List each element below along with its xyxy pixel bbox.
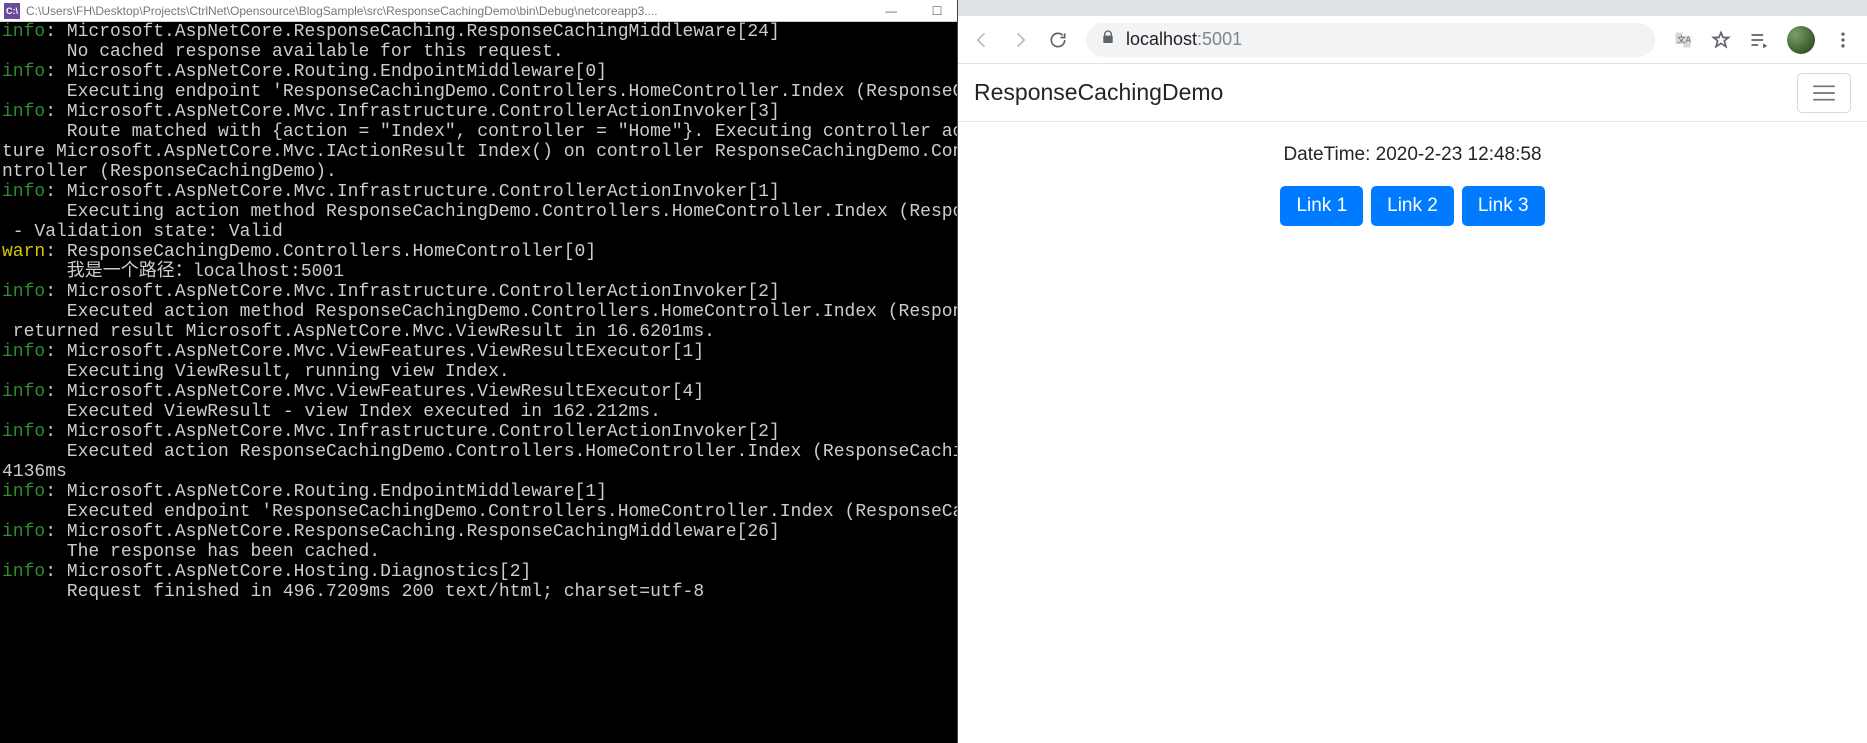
back-icon[interactable] <box>972 30 992 50</box>
link-1-button[interactable]: Link 1 <box>1280 186 1363 226</box>
link-3-button[interactable]: Link 3 <box>1462 186 1545 226</box>
address-port: :5001 <box>1197 29 1242 49</box>
console-output[interactable]: info: Microsoft.AspNetCore.ResponseCachi… <box>0 22 957 743</box>
page-viewport: ResponseCachingDemo DateTime: 2020-2-23 … <box>958 64 1867 743</box>
address-host: localhost <box>1126 29 1197 49</box>
link-2-button[interactable]: Link 2 <box>1371 186 1454 226</box>
console-app-icon: C:\ <box>4 3 20 19</box>
translate-icon[interactable]: 文A <box>1673 30 1693 50</box>
address-bar[interactable]: localhost:5001 <box>1086 23 1655 57</box>
minimize-button[interactable]: — <box>871 0 911 22</box>
reload-icon[interactable] <box>1048 30 1068 50</box>
brand-title[interactable]: ResponseCachingDemo <box>974 79 1223 106</box>
datetime-label: DateTime: 2020-2-23 12:48:58 <box>958 144 1867 166</box>
kebab-menu-icon[interactable] <box>1833 30 1853 50</box>
maximize-button[interactable]: ☐ <box>917 0 957 22</box>
navbar-toggle-button[interactable] <box>1797 73 1851 113</box>
star-icon[interactable] <box>1711 30 1731 50</box>
console-titlebar[interactable]: C:\ C:\Users\FH\Desktop\Projects\CtrlNet… <box>0 0 957 22</box>
svg-text:文A: 文A <box>1677 34 1691 44</box>
browser-tab-strip[interactable] <box>958 0 1867 16</box>
secure-lock-icon <box>1100 29 1116 50</box>
console-window: C:\ C:\Users\FH\Desktop\Projects\CtrlNet… <box>0 0 958 743</box>
browser-toolbar: localhost:5001 文A <box>958 16 1867 64</box>
forward-icon[interactable] <box>1010 30 1030 50</box>
link-button-row: Link 1 Link 2 Link 3 <box>958 186 1867 226</box>
page-navbar: ResponseCachingDemo <box>958 64 1867 122</box>
profile-avatar[interactable] <box>1787 26 1815 54</box>
console-title: C:\Users\FH\Desktop\Projects\CtrlNet\Ope… <box>26 4 865 18</box>
browser-window: localhost:5001 文A ResponseCachingDemo <box>958 0 1867 743</box>
media-queue-icon[interactable] <box>1749 30 1769 50</box>
